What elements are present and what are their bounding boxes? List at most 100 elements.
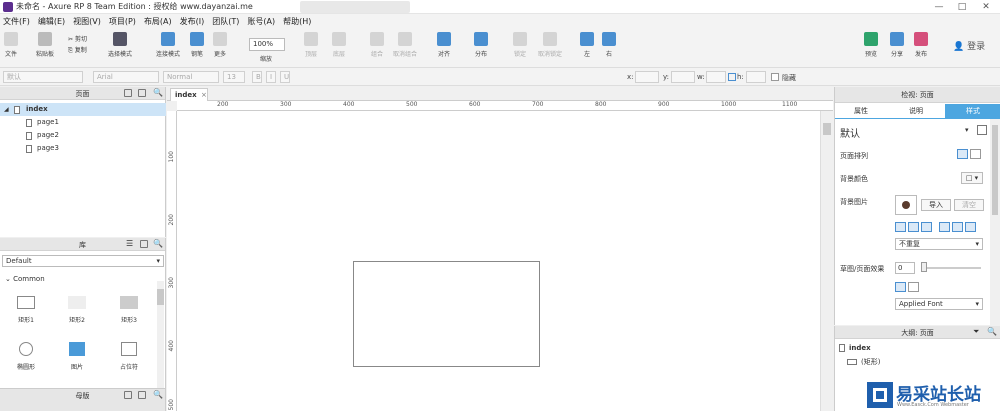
color-mode-icon[interactable] [895, 282, 906, 292]
distribute-button[interactable]: 分布 [474, 32, 488, 58]
align-top-right-icon[interactable] [921, 222, 932, 232]
menu-account[interactable]: 账号(A) [247, 16, 275, 27]
align-button[interactable]: 对齐 [437, 32, 451, 58]
filter-icon[interactable]: ⏷ [973, 327, 979, 337]
import-button[interactable]: 导入 [921, 199, 951, 211]
menu-project[interactable]: 项目(P) [109, 16, 136, 27]
login-button[interactable]: 👤 登录 [953, 39, 985, 52]
style-name[interactable]: 默认 [840, 125, 860, 140]
minimize-button[interactable]: — [928, 1, 950, 13]
align-top-center-icon[interactable] [908, 222, 919, 232]
menu-view[interactable]: 视图(V) [73, 16, 101, 27]
tab-notes[interactable]: 说明 [890, 104, 942, 118]
menu-team[interactable]: 团队(T) [212, 16, 239, 27]
zoom-select[interactable]: 100% [249, 38, 285, 51]
outline-item-index[interactable]: index [849, 344, 871, 352]
scroll-thumb[interactable] [992, 125, 998, 215]
more-button[interactable]: 更多 [213, 32, 227, 58]
widget-rect1[interactable]: 矩形1 [6, 296, 46, 324]
clear-button[interactable]: 清空 [954, 199, 984, 211]
search-icon[interactable]: 🔍 [153, 88, 163, 97]
x-input[interactable] [635, 71, 659, 83]
bold-button[interactable]: B [252, 71, 262, 83]
library-scrollbar[interactable] [157, 281, 164, 388]
align-top-left-icon[interactable] [895, 222, 906, 232]
tab-index[interactable]: index × [170, 88, 208, 101]
unlock-button[interactable]: 取消锁定 [538, 32, 562, 58]
widget-rect3[interactable]: 矩形3 [109, 296, 149, 324]
library-group-common[interactable]: ⌄ Common [5, 275, 45, 283]
close-tab-icon[interactable]: × [201, 89, 207, 101]
font-select[interactable]: Arial [93, 71, 159, 83]
bg-image-preview[interactable] [895, 195, 917, 215]
menu-icon[interactable]: ☰ [126, 239, 133, 248]
widget-ellipse[interactable]: 椭圆形 [6, 342, 46, 371]
expand-arrow-icon[interactable]: ◢ [4, 103, 9, 116]
maximize-button[interactable]: □ [951, 1, 973, 13]
close-button[interactable]: ✕ [975, 1, 997, 13]
h-input[interactable] [746, 71, 766, 83]
file-button[interactable]: 文件 [4, 32, 18, 58]
valign-middle-icon[interactable] [952, 222, 963, 232]
right-button[interactable]: 右 [602, 32, 616, 58]
paste-button[interactable]: 粘贴板 [36, 32, 54, 58]
lock-ratio-icon[interactable] [728, 73, 736, 81]
select-mode-button[interactable]: 选择模式 [108, 32, 132, 58]
font-weight-select[interactable]: Normal [163, 71, 219, 83]
bring-top-button[interactable]: 顶层 [304, 32, 318, 58]
repeat-select[interactable]: 不重复 ▾ [895, 238, 983, 250]
cut-button[interactable]: ✂ 剪切 [68, 34, 87, 43]
menu-publish[interactable]: 发布(I) [180, 16, 205, 27]
slider-handle[interactable] [921, 262, 927, 272]
page-item-index[interactable]: ◢ index [0, 103, 166, 116]
font-select[interactable]: Applied Font ▾ [895, 298, 983, 310]
y-input[interactable] [671, 71, 695, 83]
lock-button[interactable]: 锁定 [513, 32, 527, 58]
publish-button[interactable]: 发布 [914, 32, 928, 58]
outline-item-rectangle[interactable]: (矩形) [861, 357, 880, 367]
valign-top-icon[interactable] [939, 222, 950, 232]
search-icon[interactable]: 🔍 [153, 239, 163, 248]
search-icon[interactable]: 🔍 [153, 390, 163, 399]
grayscale-mode-icon[interactable] [908, 282, 919, 292]
scroll-thumb[interactable] [823, 123, 831, 135]
style-select[interactable]: 默认 [3, 71, 83, 83]
connect-mode-button[interactable]: 连接模式 [156, 32, 180, 58]
align-left-icon[interactable] [957, 149, 968, 159]
page-item-page2[interactable]: page2 [0, 129, 166, 142]
valign-bottom-icon[interactable] [965, 222, 976, 232]
copy-button[interactable]: ⎘ 复制 [68, 45, 87, 55]
inspector-scrollbar[interactable] [990, 119, 1000, 325]
menu-edit[interactable]: 编辑(E) [38, 16, 65, 27]
align-center-icon[interactable] [970, 149, 981, 159]
chevron-down-icon[interactable]: ▾ [965, 126, 969, 134]
design-canvas[interactable] [177, 111, 820, 411]
widget-rect2[interactable]: 矩形2 [57, 296, 97, 324]
search-icon[interactable]: 🔍 [987, 327, 997, 336]
pen-button[interactable]: 钢笔 [190, 32, 204, 58]
share-button[interactable]: 分享 [890, 32, 904, 58]
menu-file[interactable]: 文件(F) [3, 16, 30, 27]
italic-button[interactable]: I [266, 71, 276, 83]
preview-button[interactable]: 预览 [864, 32, 878, 58]
sketch-slider[interactable] [921, 267, 981, 269]
sketch-value-input[interactable]: 0 [895, 262, 915, 274]
add-master-icon[interactable] [124, 391, 132, 399]
widget-placeholder[interactable]: 占位符 [109, 342, 149, 371]
edit-style-icon[interactable] [977, 125, 987, 135]
send-bottom-button[interactable]: 底层 [332, 32, 346, 58]
underline-button[interactable]: U [280, 71, 290, 83]
tab-properties[interactable]: 属性 [835, 104, 887, 118]
add-folder-icon[interactable] [138, 89, 146, 97]
left-button[interactable]: 左 [580, 32, 594, 58]
widget-image[interactable]: 图片 [57, 342, 97, 371]
w-input[interactable] [706, 71, 726, 83]
library-select[interactable]: Default ▾ [2, 255, 164, 267]
canvas-scrollbar[interactable] [820, 111, 833, 411]
font-size-select[interactable]: 13 [223, 71, 245, 83]
page-item-page1[interactable]: page1 [0, 116, 166, 129]
canvas-rectangle-widget[interactable] [353, 261, 540, 367]
menu-layout[interactable]: 布局(A) [144, 16, 172, 27]
add-folder-icon[interactable] [138, 391, 146, 399]
tab-style[interactable]: 样式 [945, 104, 1000, 118]
